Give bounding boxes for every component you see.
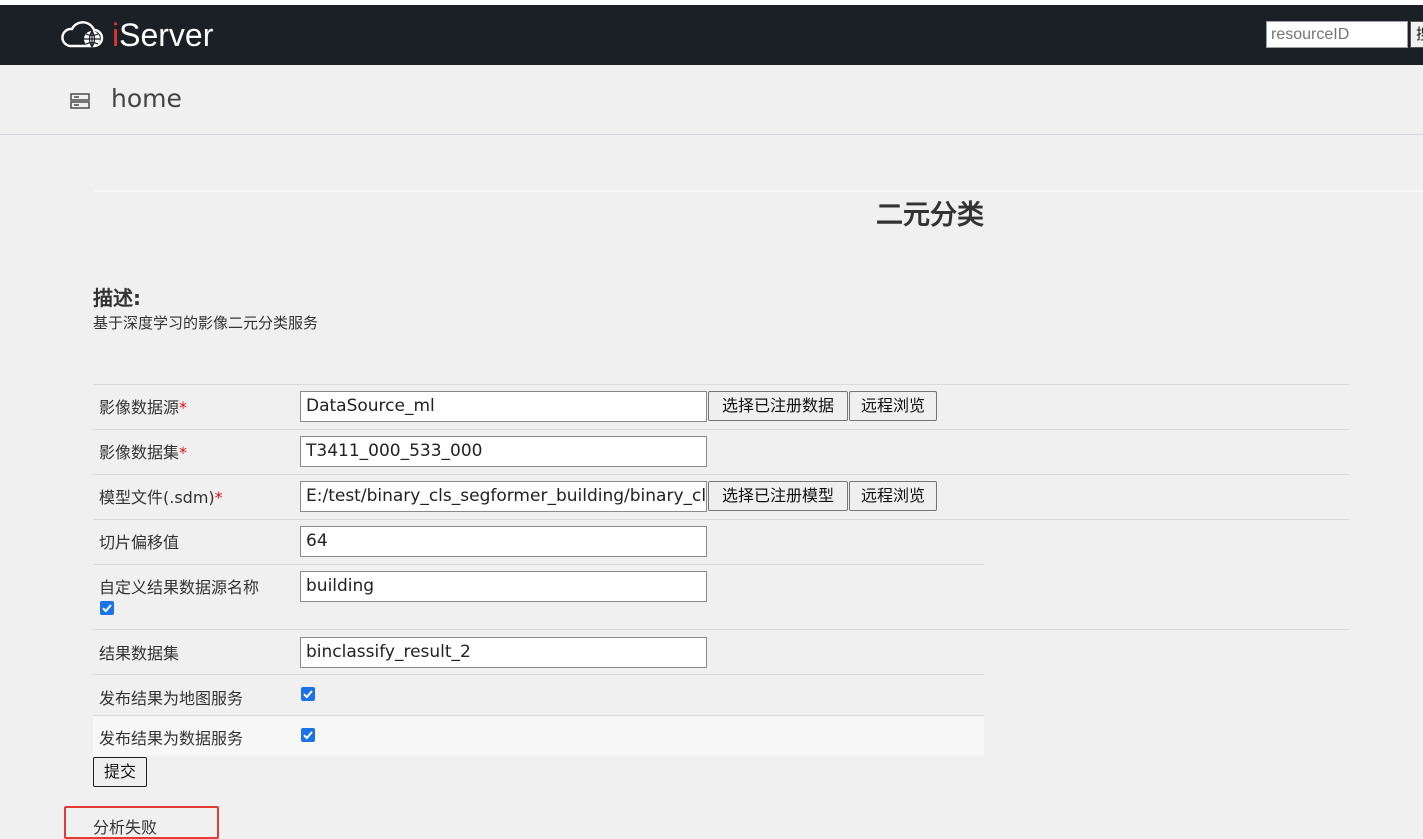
- breadcrumb-bar: [0, 65, 1423, 135]
- checkmark-icon: [303, 731, 313, 740]
- title-divider: [93, 190, 1423, 192]
- required-mark: *: [179, 443, 188, 462]
- server-stack-icon: [70, 93, 90, 109]
- custom-datasource-input[interactable]: building: [300, 571, 707, 602]
- tile-offset-label: 切片偏移值: [99, 533, 180, 552]
- row-divider: [93, 429, 1349, 430]
- dataset-label: 影像数据集*: [99, 439, 187, 463]
- datasource-input[interactable]: DataSource_ml: [300, 391, 707, 422]
- row-divider: [93, 474, 1349, 475]
- remote-browse-datasource-button[interactable]: 远程浏览: [849, 391, 937, 421]
- description-text: 基于深度学习的影像二元分类服务: [93, 314, 319, 332]
- description-heading: 描述:: [93, 286, 141, 310]
- select-registered-model-button[interactable]: 选择已注册模型: [708, 481, 848, 511]
- logo-text: iServer: [112, 17, 213, 53]
- publish-map-label: 发布结果为地图服务: [99, 689, 244, 708]
- remote-browse-model-button[interactable]: 远程浏览: [849, 481, 937, 511]
- breadcrumb-home[interactable]: home: [111, 84, 182, 113]
- submit-button[interactable]: 提交: [93, 757, 147, 787]
- result-dataset-input[interactable]: binclassify_result_2: [300, 637, 707, 668]
- publish-map-checkbox[interactable]: [301, 687, 315, 701]
- tile-offset-input[interactable]: 64: [300, 526, 707, 557]
- search-button[interactable]: 搜: [1410, 21, 1423, 48]
- page-title: 二元分类: [876, 200, 984, 231]
- iserver-logo[interactable]: iServer: [60, 17, 213, 53]
- custom-datasource-checkbox[interactable]: [100, 601, 114, 615]
- dataset-input[interactable]: T3411_000_533_000: [300, 436, 707, 467]
- row-divider: [93, 564, 984, 565]
- select-registered-data-button[interactable]: 选择已注册数据: [708, 391, 848, 421]
- cloud-globe-icon: [61, 21, 104, 48]
- top-header: iServer 搜: [0, 5, 1423, 65]
- publish-data-label: 发布结果为数据服务: [99, 729, 244, 748]
- row-divider: [93, 674, 984, 675]
- model-file-label-text: 模型文件(.sdm): [99, 488, 215, 507]
- analysis-status-text: 分析失败: [93, 818, 158, 837]
- checkmark-icon: [102, 604, 112, 613]
- dataset-label-text: 影像数据集: [99, 443, 180, 462]
- logo-suffix: Server: [119, 17, 214, 53]
- checkmark-icon: [303, 690, 313, 699]
- resource-id-search-input[interactable]: [1266, 21, 1408, 48]
- model-file-label: 模型文件(.sdm)*: [99, 484, 223, 508]
- datasource-label-text: 影像数据源: [99, 398, 180, 417]
- required-mark: *: [179, 398, 188, 417]
- custom-datasource-label: 自定义结果数据源名称: [99, 578, 260, 597]
- row-divider: [93, 519, 1349, 520]
- row-divider: [93, 629, 1349, 630]
- row-divider: [93, 384, 1349, 385]
- datasource-label: 影像数据源*: [99, 394, 187, 418]
- required-mark: *: [214, 488, 223, 507]
- result-dataset-label: 结果数据集: [99, 644, 180, 663]
- publish-data-checkbox[interactable]: [301, 728, 315, 742]
- model-file-input[interactable]: E:/test/binary_cls_segformer_building/bi…: [300, 481, 707, 512]
